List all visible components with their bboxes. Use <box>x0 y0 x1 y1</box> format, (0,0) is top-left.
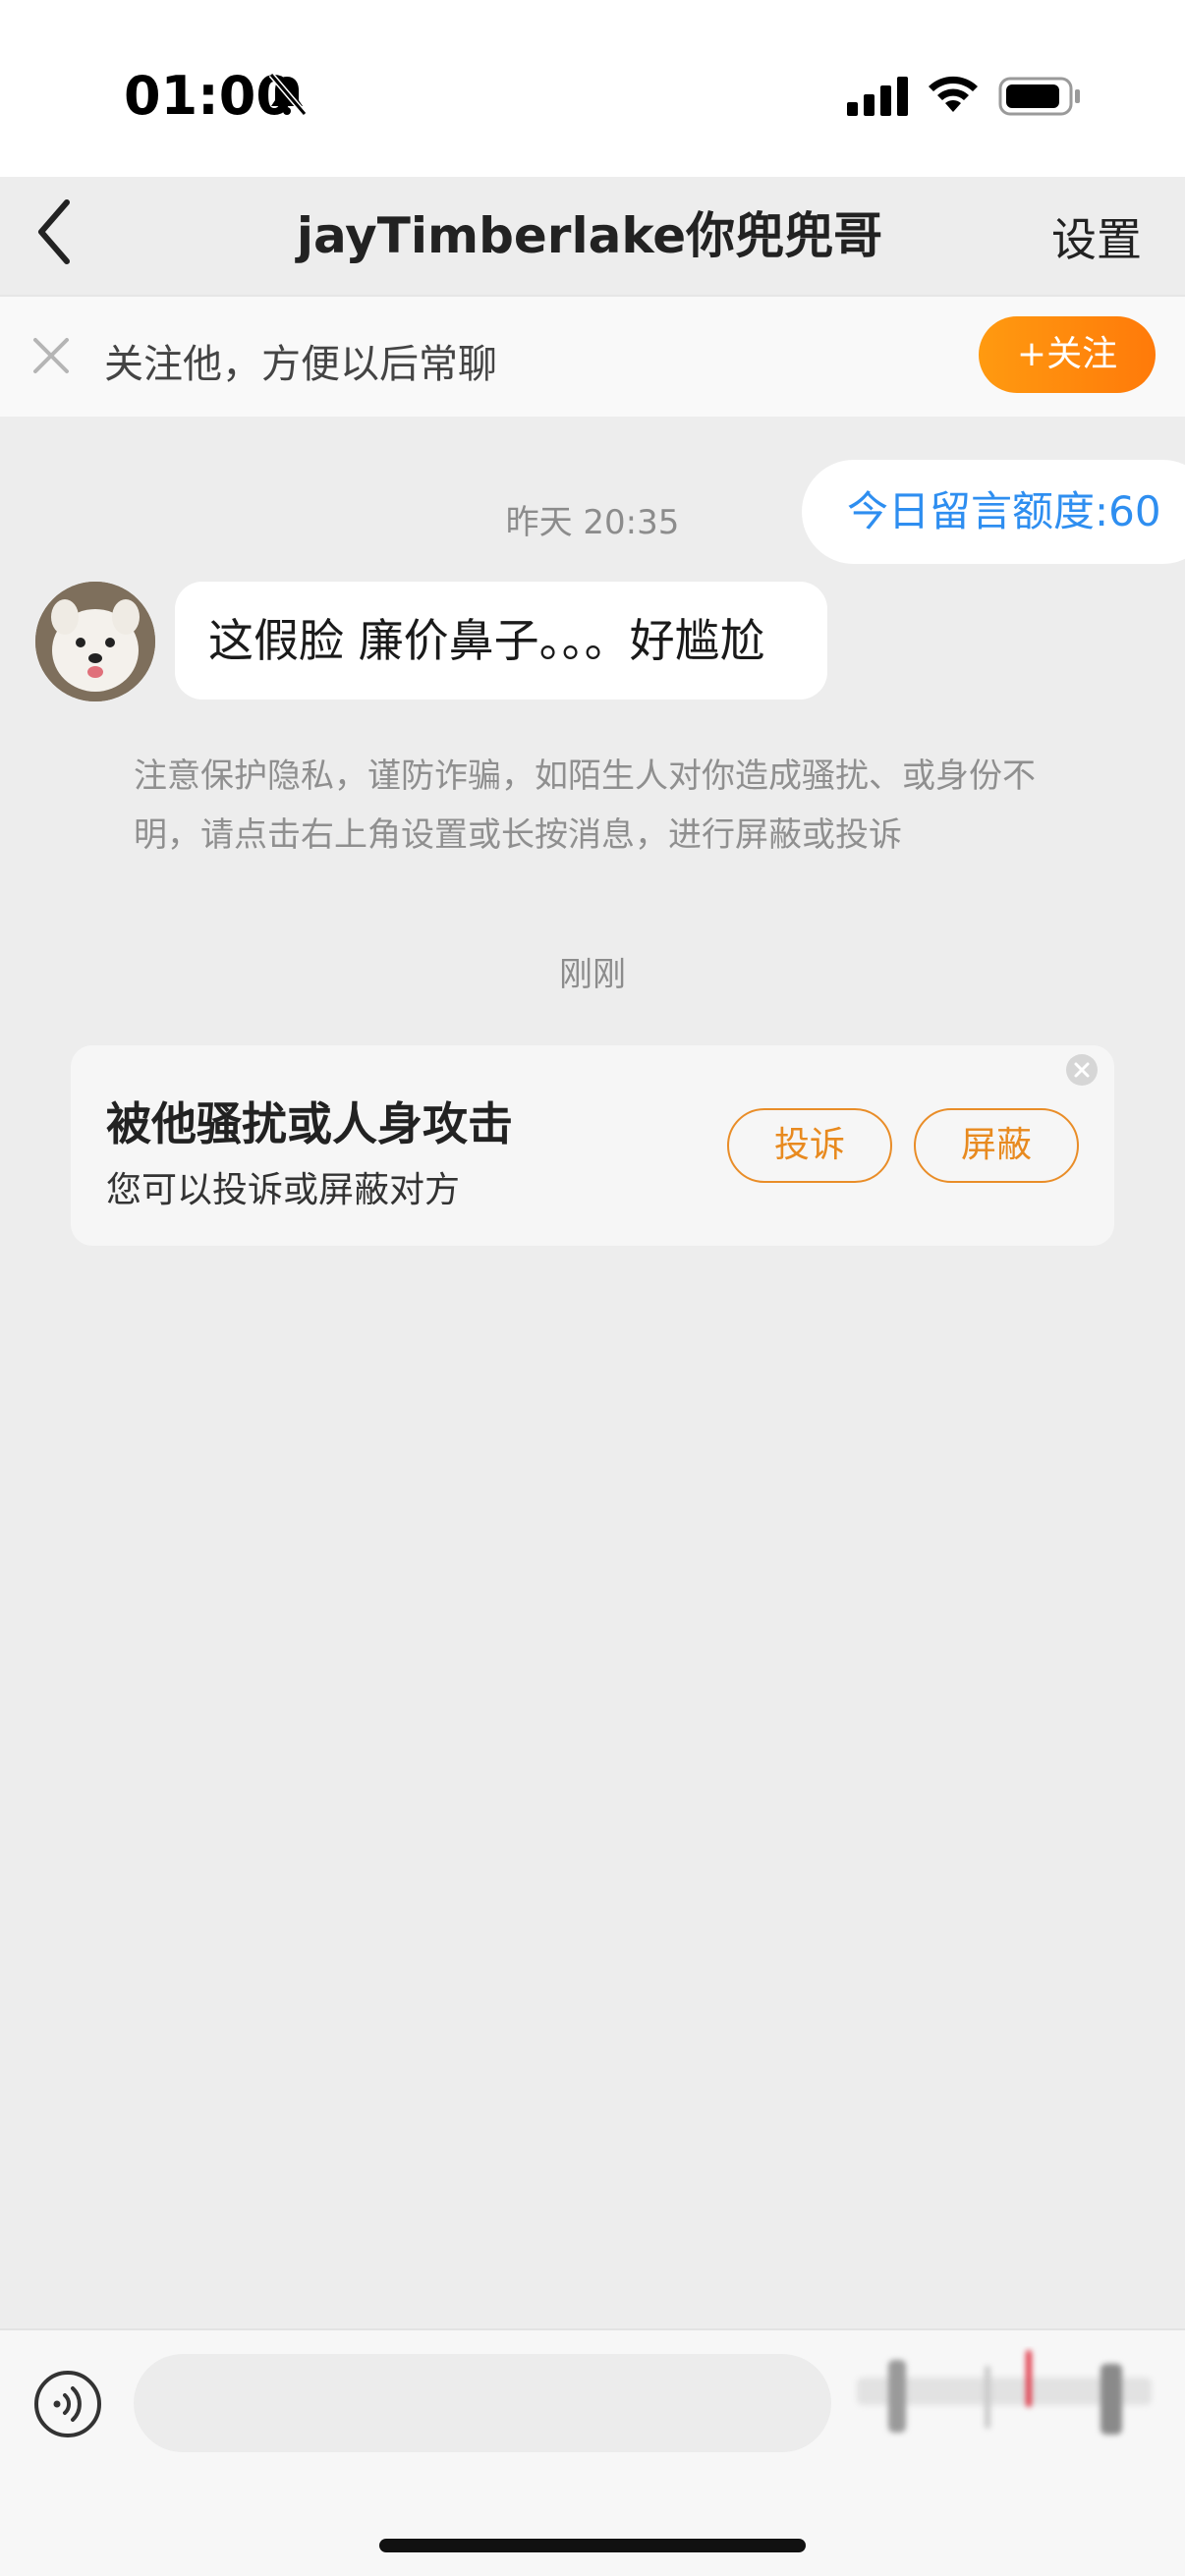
follow-banner: 关注他，方便以后常聊 +关注 <box>0 295 1185 417</box>
message-quota-badge: 今日留言额度:60 <box>802 460 1185 564</box>
home-indicator[interactable] <box>379 2539 806 2552</box>
close-icon[interactable] <box>29 334 73 377</box>
wifi-icon <box>929 76 978 112</box>
settings-button[interactable]: 设置 <box>1051 204 1142 269</box>
timestamp-now: 刚刚 <box>559 955 626 994</box>
harassment-subtitle: 您可以投诉或屏蔽对方 <box>106 1170 461 1210</box>
dog-avatar-icon <box>35 582 155 701</box>
avatar[interactable] <box>35 582 155 701</box>
blurred-toolbar-icons[interactable] <box>851 2346 1161 2454</box>
incoming-message-bubble[interactable]: 这假脸 廉价鼻子。。。好尴尬 <box>175 582 827 700</box>
privacy-warning-text: 注意保护隐私，谨防诈骗，如陌生人对你造成骚扰、或身份不明，请点击右上角设置或长按… <box>134 756 1036 855</box>
follow-button[interactable]: +关注 <box>979 316 1156 393</box>
back-arrow-icon[interactable] <box>28 193 86 271</box>
report-button[interactable]: 投诉 <box>727 1108 892 1183</box>
message-input[interactable] <box>134 2354 831 2452</box>
block-button[interactable]: 屏蔽 <box>914 1108 1079 1183</box>
status-bar: 01:00 <box>0 0 1185 177</box>
bell-muted-icon <box>268 73 308 116</box>
cellular-signal-icon <box>847 77 908 116</box>
voice-input-icon[interactable] <box>33 2370 102 2438</box>
battery-icon <box>998 77 1080 116</box>
harassment-title: 被他骚扰或人身攻击 <box>106 1097 513 1150</box>
follow-prompt-text: 关注他，方便以后常聊 <box>104 342 497 387</box>
close-circle-icon[interactable] <box>1065 1053 1099 1087</box>
page-title: jayTimberlake你兜兜哥 <box>296 207 883 264</box>
